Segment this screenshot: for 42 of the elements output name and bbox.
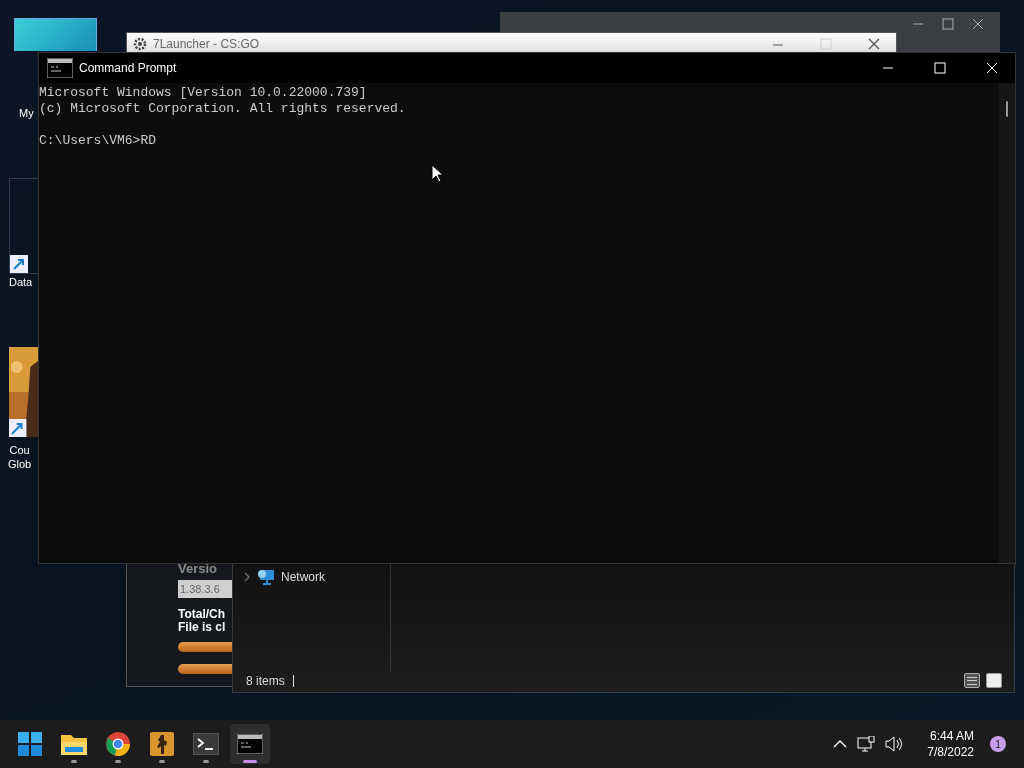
maximize-icon (942, 18, 954, 30)
clock[interactable]: 6:44 AM 7/8/2022 (927, 728, 974, 760)
chevron-up-icon[interactable] (833, 739, 848, 749)
console-line: (c) Microsoft Corporation. All rights reserved. (39, 101, 407, 117)
mouse-pointer-icon (431, 164, 443, 183)
icon-label: Data (9, 275, 33, 289)
command-prompt-icon (47, 58, 73, 78)
status-text: File is cl (178, 621, 227, 634)
window-title: 7Launcher - CS:GO (153, 37, 261, 51)
close-icon (868, 38, 880, 50)
item-count: 8 items (246, 673, 285, 688)
text-cursor (292, 674, 294, 687)
game-icon (150, 732, 174, 756)
window-title: Command Prompt (79, 61, 178, 75)
icon-label: Cou (9, 443, 30, 457)
console-line: Microsoft Windows [Version 10.0.22000.739] (39, 85, 368, 101)
volume-icon[interactable] (885, 736, 904, 752)
nav-item[interactable]: Network (243, 569, 325, 585)
maximize-icon[interactable] (934, 62, 946, 74)
folder-tile-icon[interactable] (14, 18, 97, 51)
terminal-icon (193, 733, 219, 755)
network-icon (257, 569, 275, 585)
details-view-button[interactable] (964, 673, 980, 688)
status-text: Total/Ch (178, 608, 227, 621)
gear-icon (133, 37, 147, 51)
command-prompt-icon (237, 734, 263, 754)
network-icon[interactable] (857, 736, 876, 752)
console-line: C:\Users\VM6>RD (39, 133, 158, 149)
close-icon (972, 18, 984, 30)
close-icon[interactable] (986, 62, 998, 74)
version-label: Versio (178, 561, 219, 576)
scrollbar[interactable] (999, 83, 1015, 563)
taskbar-app[interactable] (230, 724, 270, 764)
folder-icon (61, 733, 87, 755)
tiles-view-button[interactable] (986, 673, 1002, 688)
browser-icon (106, 732, 130, 756)
version-field: 1.38.3.6 (178, 580, 232, 598)
windows-logo-icon (18, 732, 42, 756)
icon-label: Glob (8, 457, 32, 471)
maximize-icon (820, 38, 832, 50)
notification-badge[interactable]: 1 (990, 736, 1006, 752)
icon-label: My (19, 106, 34, 120)
